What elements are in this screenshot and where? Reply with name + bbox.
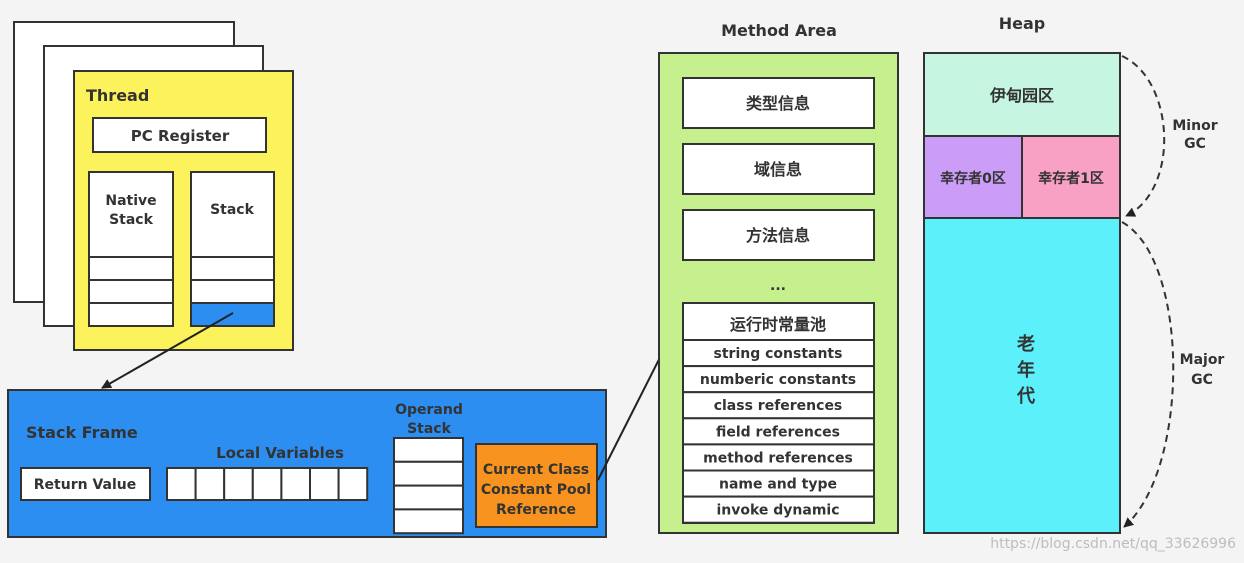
local-variable-slot bbox=[223, 467, 254, 501]
heap: 伊甸园区 幸存者0区 幸存者1区 老 年 代 bbox=[923, 52, 1121, 534]
thread-title: Thread bbox=[86, 86, 149, 105]
survivor0-label: 幸存者0区 bbox=[940, 170, 1006, 187]
old-gen-label: 代 bbox=[1016, 386, 1035, 407]
return-value-label: Return Value bbox=[34, 477, 136, 493]
constant-pool-row-label: field references bbox=[716, 424, 840, 440]
stack-frame: Stack Frame Return Value Local Variables… bbox=[7, 389, 607, 538]
heap-title: Heap bbox=[999, 14, 1046, 33]
local-variables-label: Local Variables bbox=[216, 444, 344, 462]
jvm-memory-diagram: Thread PC Register Native Stack Stack St… bbox=[7, 14, 1236, 552]
local-variable-slot bbox=[251, 467, 283, 501]
operand-stack-slot bbox=[393, 508, 464, 535]
local-variable-slot bbox=[194, 467, 226, 501]
method-area-title: Method Area bbox=[721, 21, 837, 40]
minor-gc-label: GC bbox=[1184, 136, 1206, 152]
pc-register-label: PC Register bbox=[131, 127, 230, 145]
operand-stack-label: Operand bbox=[395, 402, 463, 418]
watermark: https://blog.csdn.net/qq_33626996 bbox=[990, 536, 1236, 552]
constant-pool-row-label: name and type bbox=[719, 477, 837, 493]
native-stack-label: Native bbox=[105, 193, 156, 209]
constant-pool-reference-label: Reference bbox=[496, 502, 576, 518]
operand-stack-slot bbox=[393, 437, 464, 463]
old-gen-label: 年 bbox=[1017, 359, 1035, 381]
local-variable-slot bbox=[337, 467, 369, 501]
survivor1-label: 幸存者1区 bbox=[1038, 170, 1104, 187]
ellipsis: ... bbox=[770, 278, 786, 294]
local-variable-slot bbox=[166, 467, 197, 501]
constant-pool-row-label: numberic constants bbox=[700, 372, 856, 388]
major-gc-arrow bbox=[1121, 221, 1175, 528]
constant-pool-row-label: string constants bbox=[714, 346, 843, 362]
field-info-label: 域信息 bbox=[754, 160, 802, 179]
local-variable-slot bbox=[309, 467, 340, 501]
constant-pool-reference-label: Current Class bbox=[483, 462, 589, 478]
constant-pool-reference-label: Constant Pool bbox=[481, 482, 591, 498]
operand-stack-label: Stack bbox=[407, 421, 452, 437]
old-gen-label: 老 bbox=[1017, 333, 1035, 355]
minor-gc-arrow bbox=[1121, 55, 1166, 217]
operand-stack-slot bbox=[393, 460, 464, 487]
constant-pool-row-label: method references bbox=[703, 450, 853, 466]
constant-pool-row-label: class references bbox=[714, 398, 843, 414]
operand-stack-slot bbox=[393, 484, 464, 511]
eden-label: 伊甸园区 bbox=[989, 86, 1054, 105]
method-area: 类型信息 域信息 方法信息 ... 运行时常量池 string constant… bbox=[658, 52, 899, 534]
major-gc-label: GC bbox=[1191, 372, 1213, 388]
runtime-constant-pool-title: 运行时常量池 bbox=[730, 315, 826, 334]
stack-frame-title: Stack Frame bbox=[26, 423, 138, 442]
constant-pool-row-label: invoke dynamic bbox=[716, 503, 839, 519]
java-stack-label: Stack bbox=[210, 202, 255, 218]
operand-stack-slots bbox=[393, 437, 464, 535]
current-frame bbox=[190, 302, 275, 327]
type-info-label: 类型信息 bbox=[746, 94, 810, 113]
native-stack-label: Stack bbox=[109, 212, 154, 228]
thread-box: Thread PC Register Native Stack Stack bbox=[73, 70, 294, 351]
major-gc-label: Major bbox=[1180, 352, 1225, 368]
method-info-label: 方法信息 bbox=[746, 226, 810, 245]
minor-gc-label: Minor bbox=[1172, 118, 1217, 134]
local-variable-slots bbox=[166, 467, 369, 501]
local-variable-slot bbox=[280, 467, 311, 501]
